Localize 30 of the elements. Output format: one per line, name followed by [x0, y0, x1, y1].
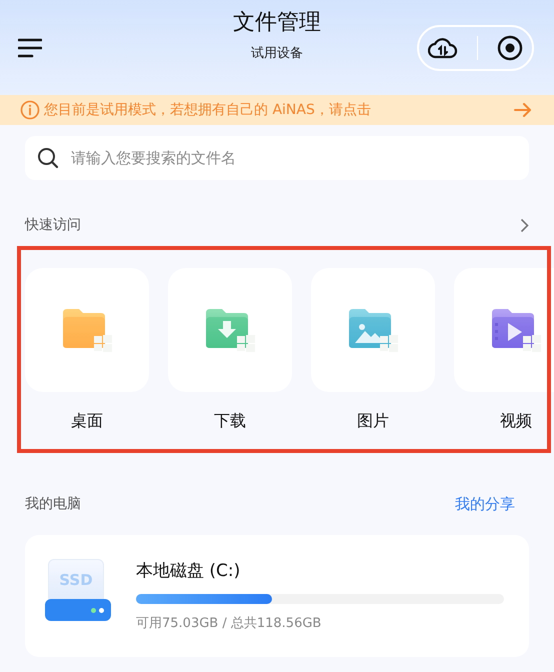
- record-icon[interactable]: [496, 34, 523, 60]
- device-subtitle: 试用设备: [251, 45, 303, 63]
- quick-access-tile[interactable]: [168, 268, 292, 392]
- tile-label: 视频: [500, 410, 532, 432]
- page-title: 文件管理: [233, 9, 321, 37]
- my-share-link[interactable]: 我的分享: [455, 492, 515, 516]
- folder-image-icon: [347, 307, 399, 353]
- folder-download-icon: [204, 307, 256, 353]
- chevron-right-icon[interactable]: [520, 218, 529, 232]
- tile-label: 下载: [214, 410, 246, 432]
- menu-icon[interactable]: [18, 38, 42, 58]
- search-field[interactable]: 请输入您要搜索的文件名: [25, 136, 529, 180]
- section-title: 我的电脑: [25, 494, 81, 514]
- usage-text: 可用75.03GB / 总共118.56GB: [136, 615, 322, 633]
- search-icon: [37, 147, 59, 169]
- quick-access-tile[interactable]: [311, 268, 435, 392]
- folder-video-icon: [490, 307, 542, 353]
- trial-banner[interactable]: 您目前是试用模式，若想拥有自己的 AiNAS，请点击: [0, 95, 554, 125]
- tile-label: 图片: [357, 410, 389, 432]
- quick-access-tile[interactable]: [454, 268, 554, 392]
- cloud-transfer-icon[interactable]: [428, 36, 458, 60]
- tile-label: 桌面: [71, 410, 103, 432]
- arrow-right-icon[interactable]: [514, 103, 532, 117]
- drive-card[interactable]: SSD 本地磁盘 (C:) 可用75.03GB / 总共118.56GB: [25, 535, 529, 657]
- folder-plain-icon: [61, 307, 113, 353]
- section-title: 快速访问: [25, 216, 81, 234]
- quick-access-tile[interactable]: [25, 268, 149, 392]
- trial-notice: 您目前是试用模式，若想拥有自己的 AiNAS，请点击: [44, 100, 371, 120]
- drive-name: 本地磁盘 (C:): [136, 560, 242, 582]
- info-icon: [20, 100, 40, 120]
